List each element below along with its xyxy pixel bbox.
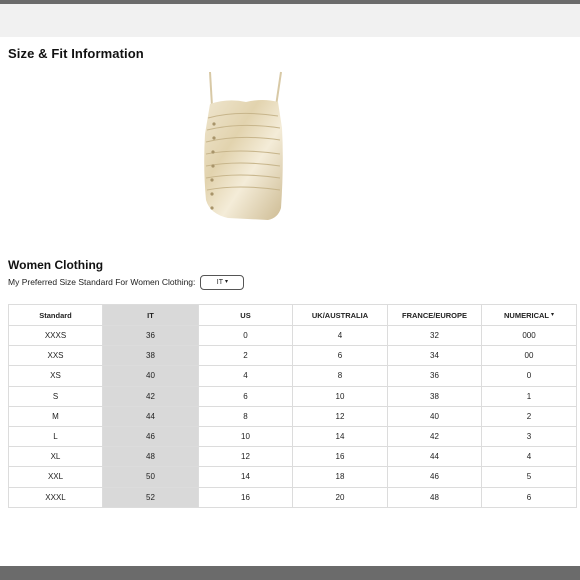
- table-row: XXL 50 14 18 46 5: [8, 466, 577, 488]
- table-cell: 5: [481, 466, 577, 488]
- numerical-label: NUMERICAL: [503, 310, 549, 320]
- table-cell: XXL: [8, 466, 103, 488]
- table-cell: L: [8, 425, 103, 448]
- table-cell: 6: [292, 345, 388, 367]
- table-cell: 10: [198, 425, 293, 448]
- table-row: S 42 6 10 38 1: [8, 385, 577, 407]
- table-cell: 44: [387, 446, 482, 468]
- table-row: XS 40 4 8 36 0: [8, 365, 577, 387]
- table-cell: 16: [198, 486, 293, 508]
- table-row: XXXL 52 16 20 48 6: [8, 486, 577, 508]
- column-header-numerical[interactable]: NUMERICAL ▾: [481, 304, 577, 326]
- table-cell: 8: [292, 365, 388, 387]
- table-cell: 8: [198, 405, 293, 427]
- bottom-bar: [0, 566, 580, 580]
- size-standard-value: IT: [216, 278, 224, 286]
- table-cell: XL: [8, 446, 103, 468]
- table-cell: 20: [292, 486, 388, 508]
- column-header-it: IT: [102, 304, 199, 326]
- column-header-uk-australia: UK/AUSTRALIA: [292, 304, 388, 326]
- size-standard-dropdown[interactable]: IT ▾: [200, 274, 245, 290]
- table-row: XXXS 36 0 4 32 000: [8, 324, 577, 347]
- table-cell: 0: [481, 365, 577, 387]
- table-cell: 48: [387, 486, 482, 508]
- size-fit-heading: Size & Fit Information: [8, 46, 144, 61]
- table-cell: 42: [387, 425, 482, 448]
- preferred-size-label: My Preferred Size Standard For Women Clo…: [8, 277, 196, 287]
- table-cell: 40: [102, 365, 199, 387]
- table-cell: 38: [102, 345, 199, 367]
- satin-top-illustration: [204, 71, 283, 220]
- table-cell: 2: [198, 345, 293, 367]
- table-cell: 14: [198, 466, 293, 488]
- table-cell: 4: [198, 365, 293, 387]
- table-cell: 42: [102, 385, 199, 407]
- table-cell: XXXL: [8, 486, 103, 508]
- table-cell: XXXS: [8, 324, 103, 347]
- table-cell: 46: [387, 466, 482, 488]
- table-cell: 2: [481, 405, 577, 427]
- table-cell: 44: [102, 405, 199, 427]
- table-row: XL 48 12 16 44 4: [8, 446, 577, 468]
- table-cell: 38: [387, 385, 482, 407]
- table-cell: 14: [292, 425, 388, 448]
- top-strip: [0, 4, 580, 37]
- table-cell: 50: [102, 466, 199, 488]
- column-header-standard: Standard: [8, 304, 103, 326]
- table-cell: 52: [102, 486, 199, 508]
- chevron-down-icon: ▾: [550, 312, 554, 318]
- table-cell: 36: [102, 324, 199, 347]
- table-cell: 4: [481, 446, 577, 468]
- table-cell: 40: [387, 405, 482, 427]
- table-cell: 4: [292, 324, 388, 347]
- table-cell: XXS: [8, 345, 103, 367]
- table-cell: 10: [292, 385, 388, 407]
- column-header-france-europe: FRANCE/EUROPE: [387, 304, 482, 326]
- table-cell: 48: [102, 446, 199, 468]
- table-cell: 34: [387, 345, 482, 367]
- table-cell: 32: [387, 324, 482, 347]
- table-cell: 6: [198, 385, 293, 407]
- table-cell: 000: [481, 324, 577, 347]
- table-cell: 12: [292, 405, 388, 427]
- table-cell: 46: [102, 425, 199, 448]
- chevron-down-icon: ▾: [225, 279, 229, 285]
- preferred-size-row: My Preferred Size Standard For Women Clo…: [8, 274, 245, 290]
- table-row: L 46 10 14 42 3: [8, 425, 577, 448]
- table-header-row: Standard IT US UK/AUSTRALIA FRANCE/EUROP…: [8, 304, 577, 326]
- size-chart-table: Standard IT US UK/AUSTRALIA FRANCE/EUROP…: [8, 304, 577, 508]
- table-cell: 6: [481, 486, 577, 508]
- table-cell: 3: [481, 425, 577, 448]
- table-cell: 12: [198, 446, 293, 468]
- table-row: XXS 38 2 6 34 00: [8, 345, 577, 367]
- table-cell: 18: [292, 466, 388, 488]
- table-cell: 16: [292, 446, 388, 468]
- table-cell: 36: [387, 365, 482, 387]
- table-cell: 1: [481, 385, 577, 407]
- table-row: M 44 8 12 40 2: [8, 405, 577, 427]
- table-cell: M: [8, 405, 103, 427]
- column-header-us: US: [198, 304, 293, 326]
- product-image: [188, 68, 298, 224]
- table-cell: S: [8, 385, 103, 407]
- table-cell: 0: [198, 324, 293, 347]
- table-cell: 00: [481, 345, 577, 367]
- women-clothing-heading: Women Clothing: [8, 258, 104, 272]
- table-cell: XS: [8, 365, 103, 387]
